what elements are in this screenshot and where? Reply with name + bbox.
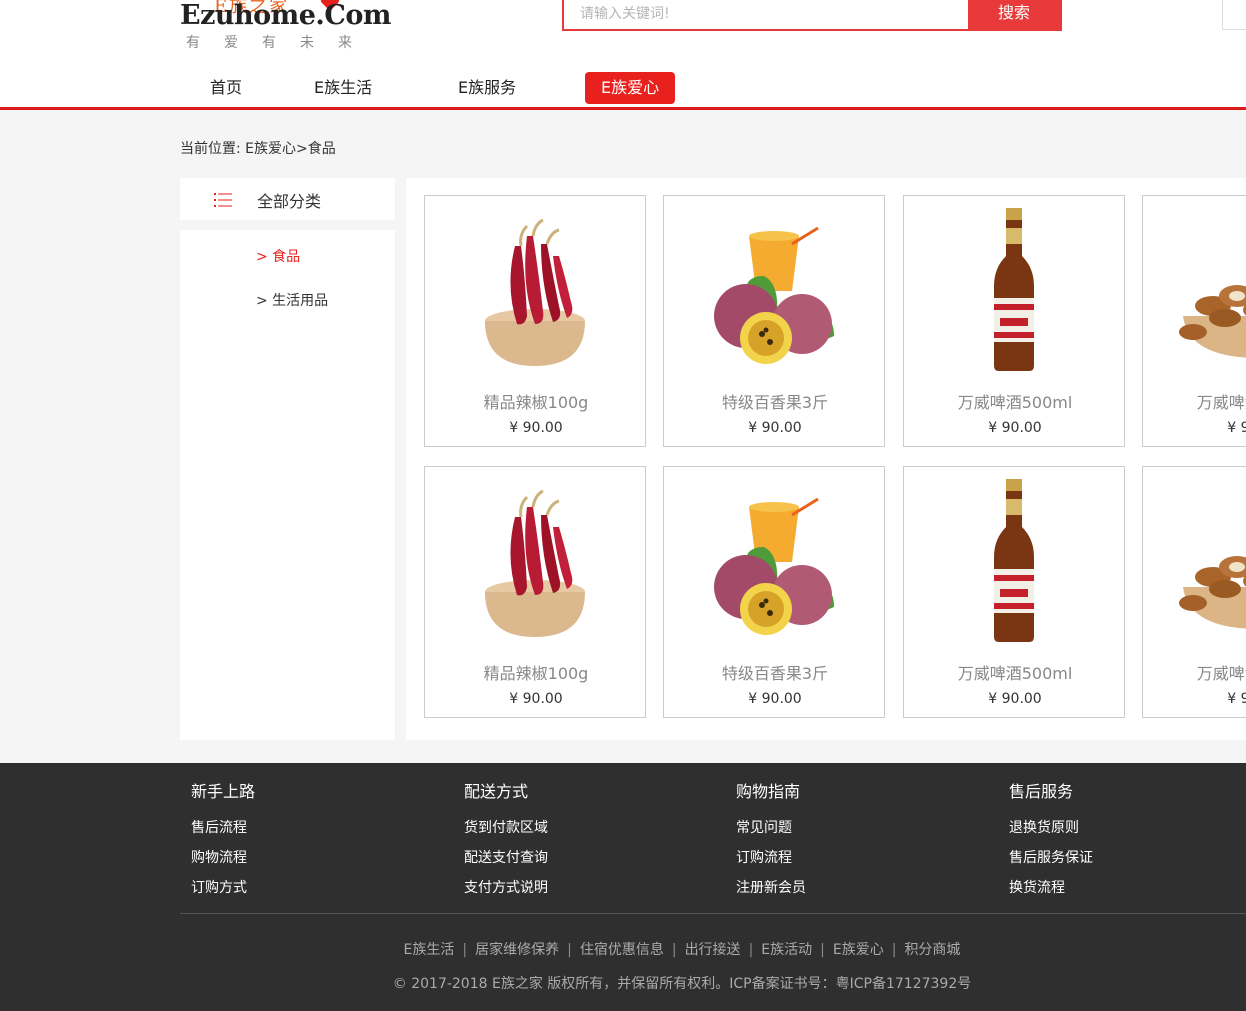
category-list: > 食品 > 生活用品 bbox=[180, 230, 395, 740]
site-logo[interactable]: E族之家 Ezuhome.Com 有爱有未来 bbox=[180, 0, 391, 52]
category-title: 全部分类 bbox=[257, 192, 322, 211]
copyright-text: © 2017-2018 E族之家 版权所有，并保留所有权利。ICP备案证书号：粤… bbox=[392, 976, 972, 992]
product-card[interactable]: 精品辣椒100g ¥ 90.00 bbox=[424, 195, 646, 447]
product-card[interactable]: 特级百香果3斤 ¥ 90.00 bbox=[663, 195, 885, 447]
product-card[interactable]: 精品辣椒100g ¥ 90.00 bbox=[424, 466, 646, 718]
category-header[interactable]: 全部分类 bbox=[180, 178, 395, 220]
bottom-link[interactable]: 居家维修保养 bbox=[475, 942, 559, 958]
footer-column-delivery: 配送方式 货到付款区域 配送支付查询 支付方式说明 bbox=[464, 781, 724, 899]
product-name: 万威啤酒500ml bbox=[1196, 664, 1246, 683]
footer-link[interactable]: 换货流程 bbox=[1009, 877, 1246, 899]
nuts-bowl-image bbox=[1179, 285, 1246, 358]
footer-column-guide: 购物指南 常见问题 订购流程 注册新会员 bbox=[736, 781, 996, 899]
beer-bottle-image bbox=[994, 208, 1034, 371]
separator: | bbox=[748, 942, 754, 958]
passion-fruit-image bbox=[714, 226, 834, 364]
product-price: ¥ 90.00 bbox=[988, 691, 1042, 707]
product-price: ¥ 90.00 bbox=[1227, 691, 1246, 707]
footer-link[interactable]: 常见问题 bbox=[736, 817, 996, 839]
product-card[interactable]: 万威啤酒500ml ¥ 90.00 bbox=[1142, 466, 1246, 718]
separator: | bbox=[671, 942, 677, 958]
separator: | bbox=[891, 942, 897, 958]
nav-item-charity[interactable]: E族爱心 bbox=[585, 72, 676, 104]
product-price: ¥ 90.00 bbox=[509, 691, 563, 707]
product-card[interactable]: 万威啤酒500ml ¥ 90.00 bbox=[903, 195, 1125, 447]
separator: | bbox=[462, 942, 468, 958]
product-card[interactable]: 特级百香果3斤 ¥ 90.00 bbox=[663, 466, 885, 718]
bottom-link[interactable]: 积分商城 bbox=[904, 942, 960, 958]
footer-divider bbox=[180, 913, 1246, 914]
footer-link[interactable]: 配送支付查询 bbox=[464, 847, 724, 869]
product-price: ¥ 90.00 bbox=[509, 420, 563, 436]
bottom-link[interactable]: 出行接送 bbox=[685, 942, 741, 958]
bottom-link[interactable]: E族生活 bbox=[404, 942, 455, 958]
bottom-link[interactable]: 住宿优惠信息 bbox=[580, 942, 664, 958]
header: E族之家 Ezuhome.Com 有爱有未来 搜索 首页 E族生活 E族服务 E… bbox=[0, 0, 1246, 110]
product-card[interactable]: 万威啤酒500ml ¥ 90.00 bbox=[1142, 195, 1246, 447]
beer-bottle-image bbox=[994, 479, 1034, 642]
footer-link[interactable]: 支付方式说明 bbox=[464, 877, 724, 899]
product-name: 特级百香果3斤 bbox=[721, 393, 829, 412]
footer-link[interactable]: 订购流程 bbox=[736, 847, 996, 869]
nuts-bowl-image bbox=[1179, 556, 1246, 629]
separator: | bbox=[820, 942, 825, 958]
footer-link[interactable]: 订购方式 bbox=[191, 877, 451, 899]
chili-bowl-image bbox=[485, 218, 585, 366]
breadcrumb-prefix: 当前位置: bbox=[180, 141, 241, 157]
nav-item-service[interactable]: E族服务 bbox=[458, 72, 516, 104]
logo-main-text: Ezuhome.Com bbox=[180, 0, 391, 31]
product-name: 精品辣椒100g bbox=[483, 393, 589, 412]
bottom-link[interactable]: E族爱心 bbox=[833, 942, 884, 958]
footer-column-title: 新手上路 bbox=[191, 782, 256, 801]
search-input[interactable] bbox=[564, 0, 970, 29]
footer: 新手上路 售后流程 购物流程 订购方式 配送方式 货到付款区域 配送支付查询 支… bbox=[0, 763, 1246, 1011]
product-grid: 精品辣椒100g ¥ 90.00 特级百香果3斤 ¥ 90.00 万威啤酒500… bbox=[406, 178, 1246, 740]
product-name: 精品辣椒100g bbox=[483, 664, 589, 683]
nav-item-life[interactable]: E族生活 bbox=[314, 72, 372, 104]
nav-item-home[interactable]: 首页 bbox=[210, 72, 242, 104]
product-name: 万威啤酒500ml bbox=[957, 664, 1073, 683]
footer-link[interactable]: 货到付款区域 bbox=[464, 817, 724, 839]
bottom-link[interactable]: E族活动 bbox=[761, 942, 812, 958]
footer-column-after-sales: 售后服务 退换货原则 售后服务保证 换货流程 bbox=[1009, 781, 1246, 899]
product-name: 特级百香果3斤 bbox=[721, 664, 829, 683]
footer-link[interactable]: 售后服务保证 bbox=[1009, 847, 1246, 869]
main-content: 当前位置: E族爱心>食品 全部分类 > 食品 > 生活用品 精品辣椒100g … bbox=[0, 110, 1246, 763]
footer-bottom-links: E族生活 | 居家维修保养 | 住宿优惠信息 | 出行接送 | E族活动 | E族爱心 | 积分商城 bbox=[0, 939, 1246, 959]
product-name: 万威啤酒500ml bbox=[1196, 393, 1246, 412]
footer-column-title: 售后服务 bbox=[1009, 782, 1074, 801]
product-price: ¥ 90.00 bbox=[748, 420, 802, 436]
breadcrumb-path[interactable]: E族爱心>食品 bbox=[245, 141, 336, 157]
category-item-food[interactable]: > 食品 bbox=[256, 246, 300, 266]
header-corner-box[interactable] bbox=[1222, 0, 1246, 30]
product-name: 万威啤酒500ml bbox=[957, 393, 1073, 412]
search-button[interactable]: 搜索 bbox=[968, 0, 1060, 31]
logo-tagline: 有爱有未来 bbox=[186, 35, 376, 51]
footer-column-newbie: 新手上路 售后流程 购物流程 订购方式 bbox=[191, 781, 451, 899]
search-bar: 搜索 bbox=[562, 0, 1062, 31]
breadcrumb: 当前位置: E族爱心>食品 bbox=[180, 138, 336, 158]
footer-link[interactable]: 注册新会员 bbox=[736, 877, 996, 899]
product-price: ¥ 90.00 bbox=[748, 691, 802, 707]
footer-link[interactable]: 购物流程 bbox=[191, 847, 451, 869]
product-price: ¥ 90.00 bbox=[988, 420, 1042, 436]
footer-link[interactable]: 退换货原则 bbox=[1009, 817, 1246, 839]
separator: | bbox=[567, 942, 572, 958]
product-price: ¥ 90.00 bbox=[1227, 420, 1246, 436]
passion-fruit-image bbox=[714, 497, 834, 635]
footer-link[interactable]: 售后流程 bbox=[191, 817, 451, 839]
category-item-daily-goods[interactable]: > 生活用品 bbox=[256, 290, 328, 310]
product-card[interactable]: 万威啤酒500ml ¥ 90.00 bbox=[903, 466, 1125, 718]
list-icon bbox=[214, 193, 232, 207]
chili-bowl-image bbox=[485, 489, 585, 637]
footer-column-title: 购物指南 bbox=[736, 782, 801, 801]
footer-column-title: 配送方式 bbox=[464, 782, 529, 801]
